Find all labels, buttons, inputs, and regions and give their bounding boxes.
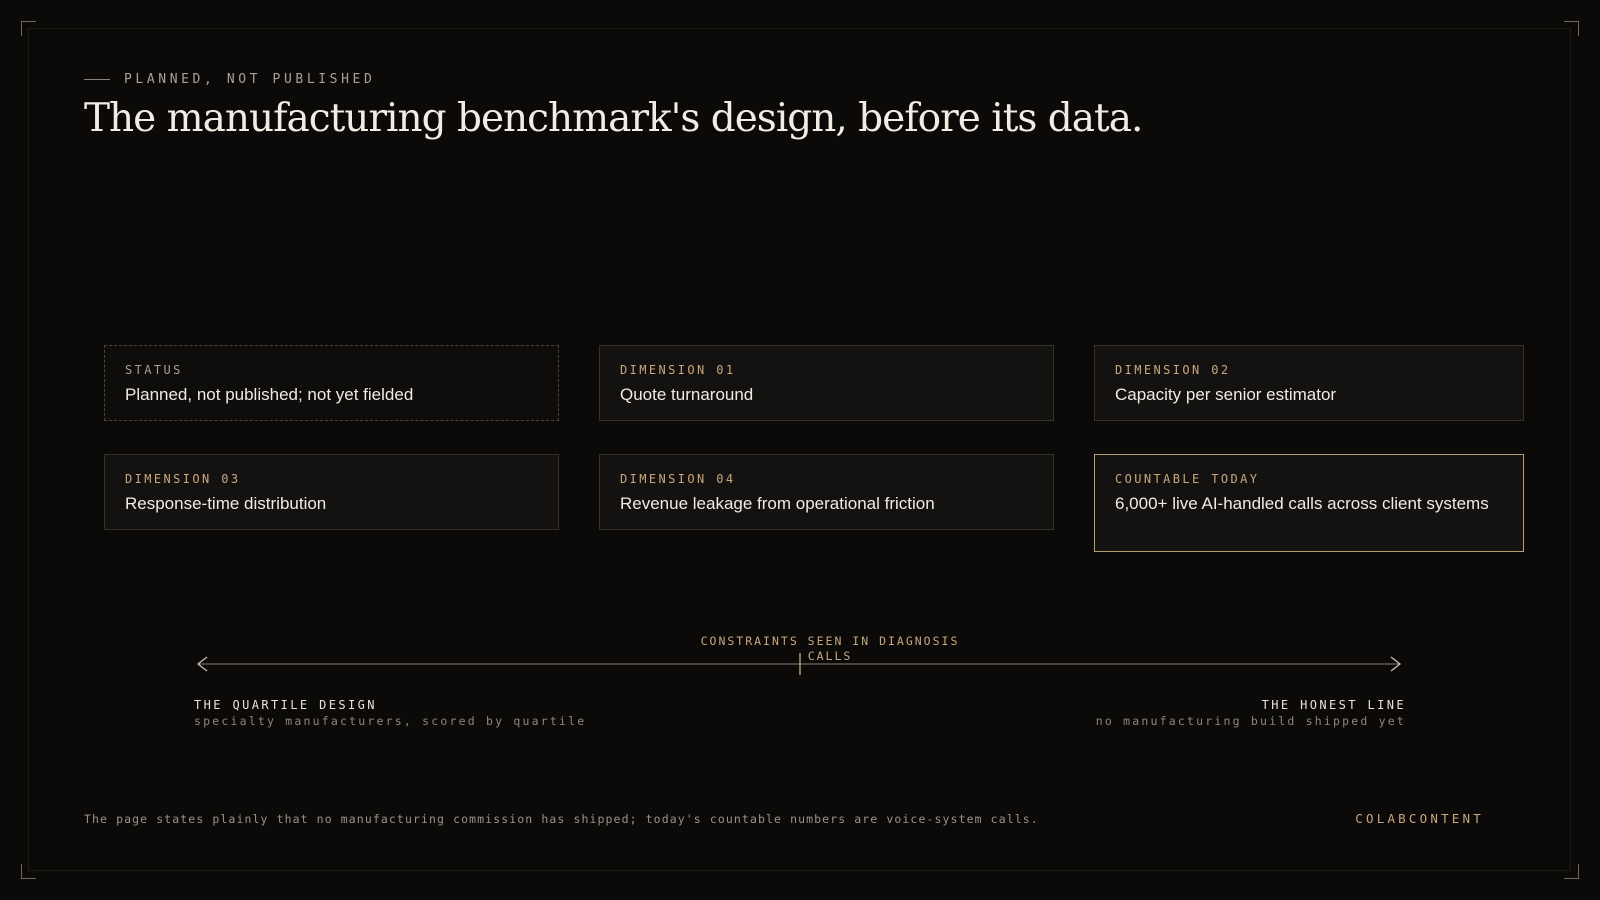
dimension-01-value: Quote turnaround [620,385,754,404]
page-frame [28,28,1571,871]
dimension-04-value: Revenue leakage from operational frictio… [620,494,935,513]
brand-wordmark: COLABCONTENT [1355,811,1484,826]
dimension-02-label: DIMENSION 02 [1115,363,1231,377]
axis-line [196,653,1402,675]
countable-today-value: 6,000+ live AI-handled calls across clie… [1115,494,1489,513]
dimension-03-value: Response-time distribution [125,494,327,513]
dimension-03-label: DIMENSION 03 [125,472,241,486]
dimension-01-card: DIMENSION 01 Quote turnaround [599,345,1054,421]
countable-today-card: COUNTABLE TODAY 6,000+ live AI-handled c… [1094,454,1524,552]
eyebrow-text: PLANNED, NOT PUBLISHED [124,72,376,87]
dimension-02-value: Capacity per senior estimator [1115,385,1337,404]
dimension-01-label: DIMENSION 01 [620,363,736,377]
footer-note: The page states plainly that no manufact… [84,812,1039,826]
status-card-value: Planned, not published; not yet fielded [125,385,414,404]
status-card-label: STATUS [125,363,183,377]
corner-mark-bottom-left [21,864,36,879]
axis-left-subtitle: specialty manufacturers, scored by quart… [194,714,587,728]
axis-right-endpoint: THE HONEST LINE no manufacturing build s… [1096,697,1406,729]
countable-today-label: COUNTABLE TODAY [1115,472,1260,486]
axis-left-endpoint: THE QUARTILE DESIGN specialty manufactur… [194,697,586,729]
corner-mark-top-right [1564,21,1579,36]
axis-right-subtitle: no manufacturing build shipped yet [1095,714,1406,728]
dimension-04-card: DIMENSION 04 Revenue leakage from operat… [599,454,1054,530]
status-card: STATUS Planned, not published; not yet f… [104,345,559,421]
dimension-03-card: DIMENSION 03 Response-time distribution [104,454,559,530]
axis-left-title: THE QUARTILE DESIGN [194,698,377,712]
corner-mark-bottom-right [1564,864,1579,879]
dimension-04-label: DIMENSION 04 [620,472,736,486]
corner-mark-top-left [21,21,36,36]
page-title: The manufacturing benchmark's design, be… [84,96,1143,141]
eyebrow: PLANNED, NOT PUBLISHED [84,72,375,87]
dimension-02-card: DIMENSION 02 Capacity per senior estimat… [1094,345,1524,421]
eyebrow-rule [84,79,110,80]
axis-right-title: THE HONEST LINE [1261,698,1406,712]
